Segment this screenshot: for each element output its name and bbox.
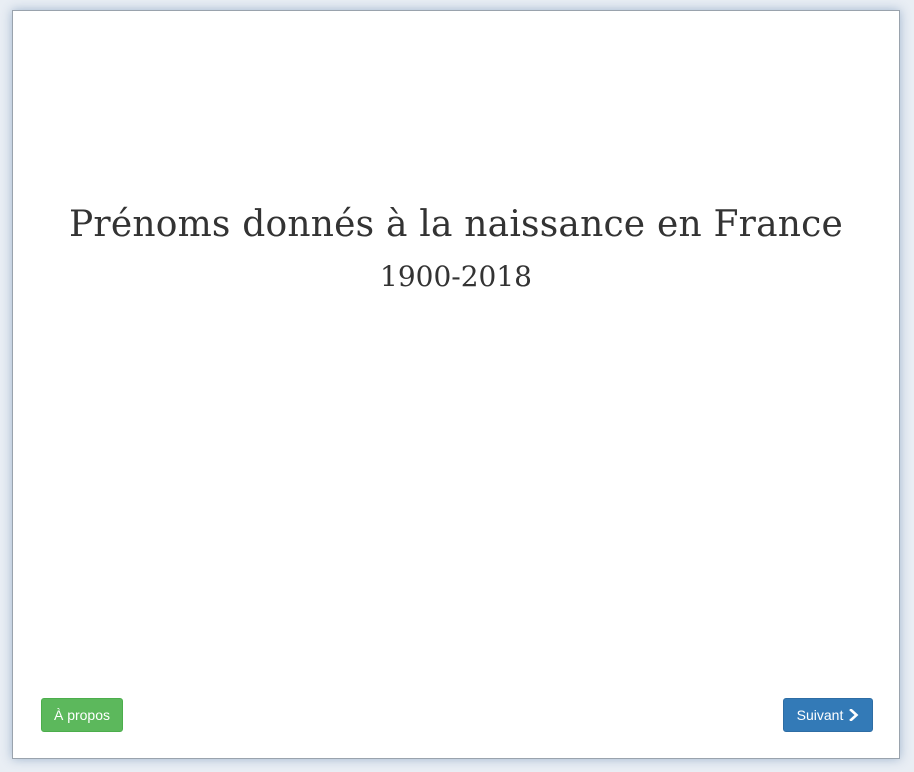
- next-button-label: Suivant: [796, 707, 844, 723]
- page-title: Prénoms donnés à la naissance en France: [69, 204, 843, 245]
- next-button[interactable]: Suivant: [783, 698, 873, 732]
- title-block: Prénoms donnés à la naissance en France …: [13, 201, 899, 297]
- about-button-label: À propos: [53, 707, 111, 723]
- chevron-right-icon: [849, 709, 859, 721]
- page-subtitle: 1900-2018: [380, 260, 532, 293]
- presentation-frame: Prénoms donnés à la naissance en France …: [12, 10, 900, 759]
- about-button[interactable]: À propos: [41, 698, 123, 732]
